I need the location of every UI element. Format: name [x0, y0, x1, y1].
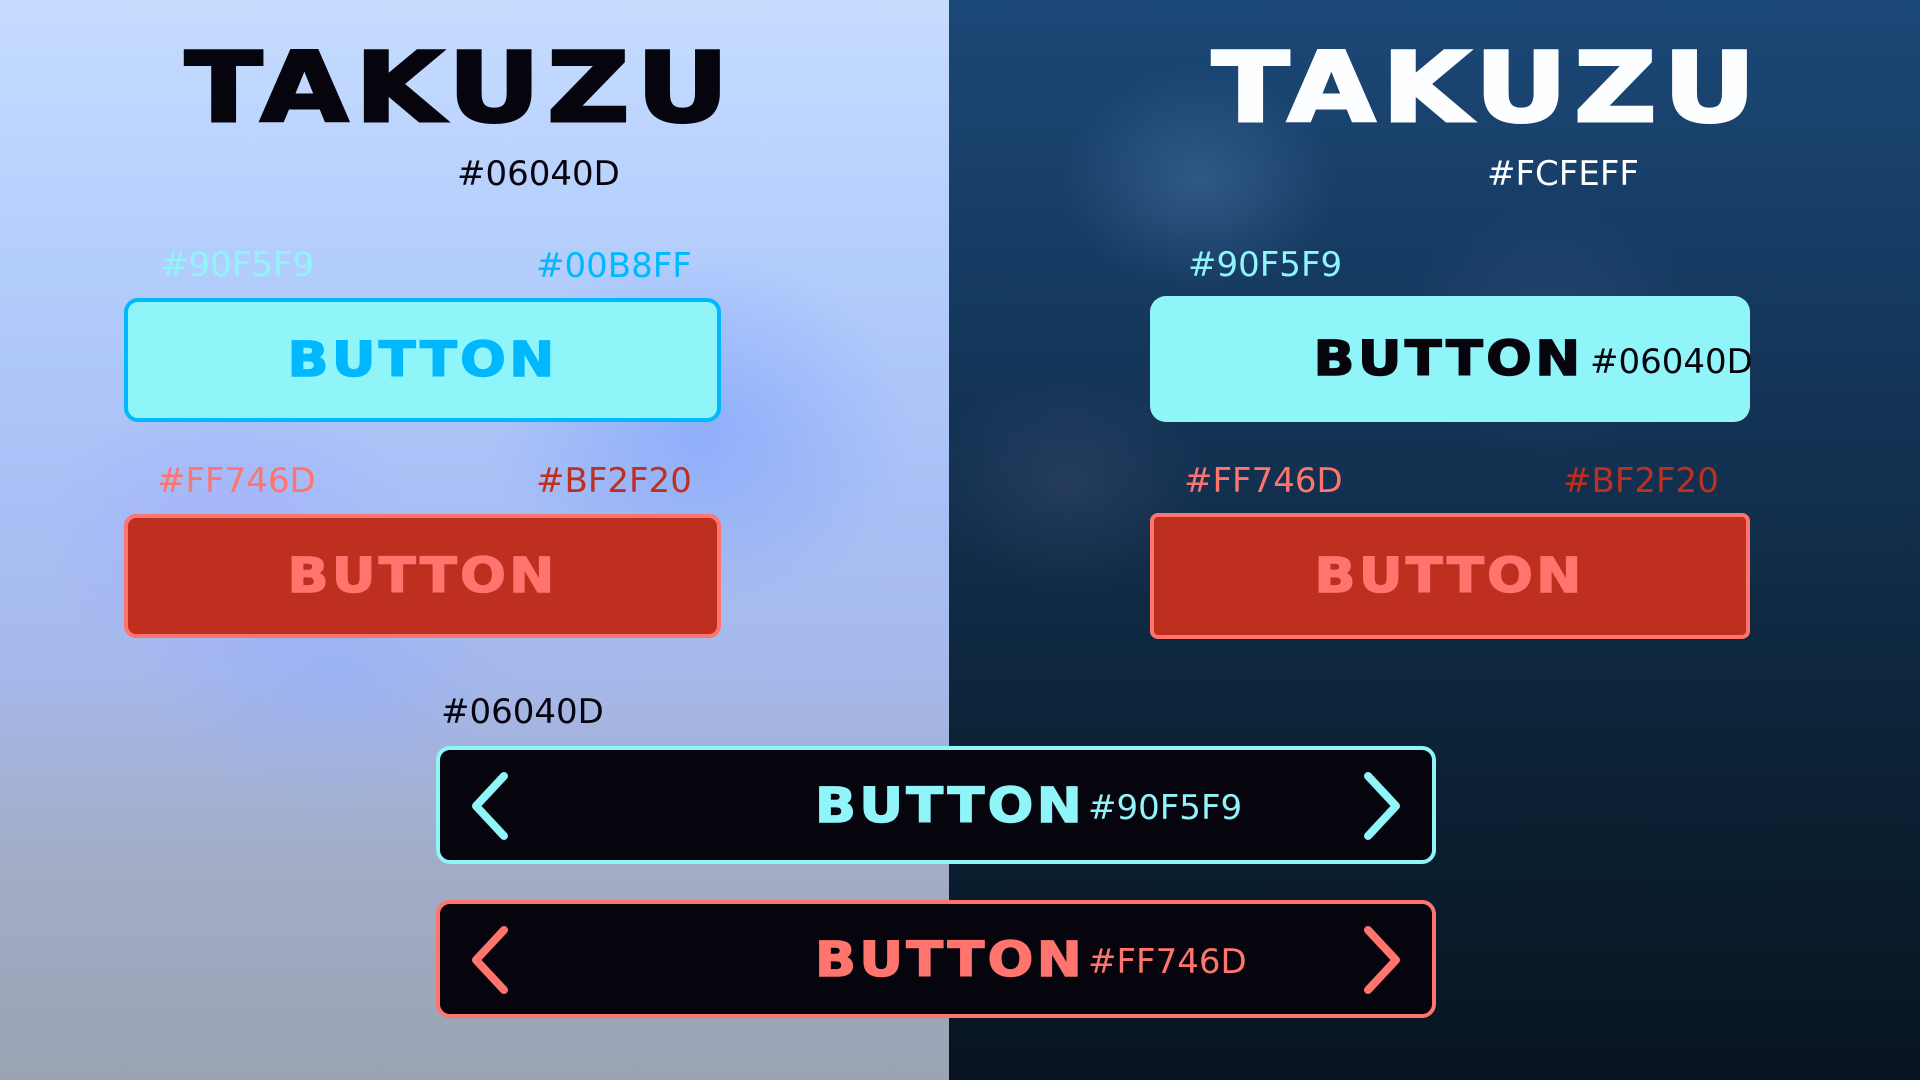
game-title: TAKUZU	[1210, 32, 1763, 144]
fill-color-label: #90F5F9	[160, 245, 315, 285]
danger-button[interactable]: BUTTON	[1150, 513, 1750, 639]
cyan-selector-label: BUTTON	[814, 777, 1086, 835]
primary-button[interactable]: BUTTON	[124, 298, 721, 422]
primary-button-label: BUTTON	[287, 331, 558, 389]
accent-color-label: #FF746D	[157, 461, 316, 501]
title-color-label: #06040D	[457, 154, 620, 194]
accent-color-label: #00B8FF	[536, 246, 692, 286]
text-color-label: #06040D	[1590, 342, 1753, 382]
fill-color-label: #90F5F9	[1188, 245, 1343, 285]
color-label: #FF746D	[1088, 942, 1247, 982]
danger-button-label: BUTTON	[1314, 547, 1586, 605]
fill-color-label: #BF2F20	[1563, 461, 1719, 501]
primary-button-label: BUTTON	[1313, 330, 1584, 388]
primary-button[interactable]: BUTTON #06040D	[1150, 296, 1753, 422]
danger-button-label: BUTTON	[287, 547, 558, 605]
coral-selector-label: BUTTON	[814, 931, 1086, 989]
danger-button[interactable]: BUTTON	[124, 514, 721, 638]
game-title: TAKUZU	[183, 32, 736, 144]
accent-color-label: #FF746D	[1184, 461, 1343, 501]
color-label: #90F5F9	[1088, 788, 1243, 828]
chevron-right-icon[interactable]	[1348, 768, 1408, 844]
title-color-label: #FCFEFF	[1487, 154, 1639, 194]
cyan-selector-button[interactable]: BUTTON #90F5F9	[436, 746, 1436, 864]
chevron-left-icon[interactable]	[464, 922, 524, 998]
chevron-left-icon[interactable]	[464, 768, 524, 844]
background-color-label: #06040D	[441, 692, 604, 732]
coral-selector-button[interactable]: BUTTON #FF746D	[436, 900, 1436, 1018]
chevron-right-icon[interactable]	[1348, 922, 1408, 998]
fill-color-label: #BF2F20	[536, 461, 692, 501]
